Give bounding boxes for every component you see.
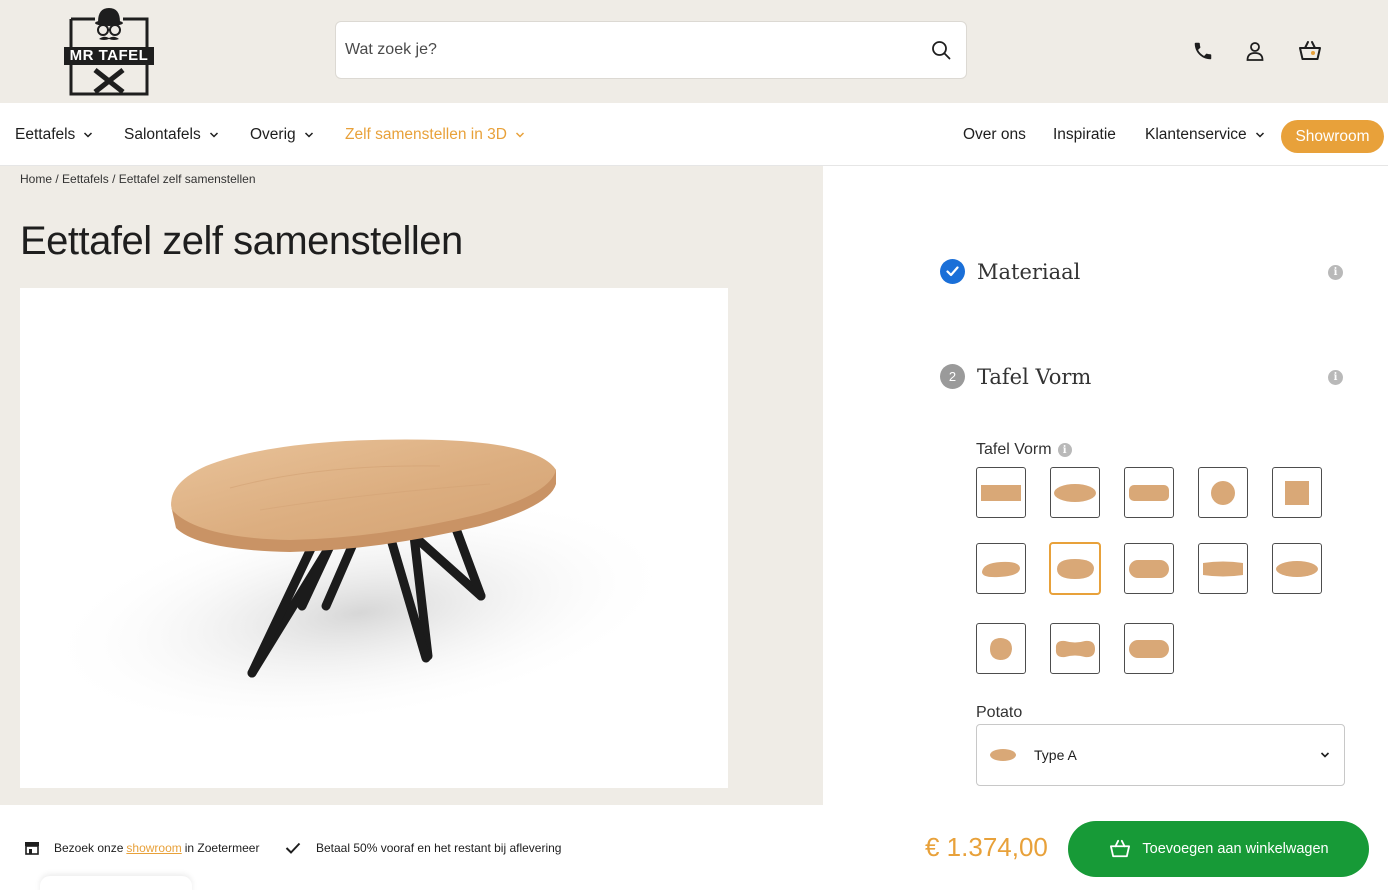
nav-item-label: Eettafels xyxy=(15,125,76,143)
info-icon[interactable]: i xyxy=(1328,370,1343,385)
breadcrumb-home[interactable]: Home xyxy=(20,172,52,186)
potato-shape-icon xyxy=(990,749,1016,761)
nav-item-klantenservice[interactable]: Klantenservice xyxy=(1145,103,1265,166)
showroom-link[interactable]: showroom xyxy=(126,841,181,855)
chevron-down-icon xyxy=(1255,131,1264,138)
search-icon[interactable] xyxy=(930,39,952,61)
shape-option-soft-rectangle[interactable] xyxy=(1124,543,1174,594)
chevron-down-icon xyxy=(1320,752,1330,758)
nav-item-over-ons[interactable]: Over ons xyxy=(963,103,1026,166)
shape-option-square[interactable] xyxy=(1272,467,1322,518)
usp-text: Betaal 50% vooraf en het restant bij afl… xyxy=(316,841,562,855)
usp-showroom: Bezoek onze showroom in Zoetermeer xyxy=(24,841,259,855)
nav-item-label: Zelf samenstellen in 3D xyxy=(345,125,507,143)
step-title: Materiaal xyxy=(977,259,1081,284)
product-preview-panel: Home / Eettafels / Eettafel zelf samenst… xyxy=(0,166,823,805)
page-title: Eettafel zelf samenstellen xyxy=(20,219,463,263)
step-title: Tafel Vorm xyxy=(977,364,1092,389)
nav-item-inspiratie[interactable]: Inspiratie xyxy=(1053,103,1116,166)
nav-item-label: Over ons xyxy=(963,125,1026,143)
chevron-down-icon xyxy=(304,131,313,138)
table-3d-viewer[interactable] xyxy=(20,288,728,788)
shape-option-stadium[interactable] xyxy=(1124,623,1174,674)
potato-label: Potato xyxy=(976,704,1023,721)
phone-icon[interactable] xyxy=(1190,38,1216,64)
usp-text: Bezoek onze xyxy=(54,841,124,855)
step-number: 2 xyxy=(940,364,965,389)
total-price: € 1.374,00 xyxy=(925,832,1048,862)
user-icon[interactable] xyxy=(1242,38,1268,64)
shape-option-rectangle-wide[interactable] xyxy=(1198,543,1248,594)
logo[interactable]: MR TAFEL xyxy=(62,6,156,96)
logo-text: MR TAFEL xyxy=(69,47,149,64)
main-nav: Eettafels Salontafels Overig Zelf samens… xyxy=(0,103,1388,166)
shape-option-rectangle[interactable] xyxy=(976,467,1026,518)
usp-text: in Zoetermeer xyxy=(184,841,260,855)
breadcrumb-current: Eettafel zelf samenstellen xyxy=(118,172,256,186)
add-to-cart-button[interactable]: Toevoegen aan winkelwagen xyxy=(1068,821,1369,877)
chat-widget-tab[interactable] xyxy=(40,876,192,890)
shape-option-oval[interactable] xyxy=(1050,467,1100,518)
shape-label: Tafel Vorm i xyxy=(976,441,1072,459)
breadcrumb-eettafels[interactable]: Eettafels xyxy=(62,172,109,186)
nav-item-label: Inspiratie xyxy=(1053,125,1116,143)
shape-label-text: Tafel Vorm xyxy=(976,441,1052,458)
nav-item-label: Salontafels xyxy=(124,125,201,143)
store-icon xyxy=(25,842,39,855)
shape-option-round[interactable] xyxy=(1198,467,1248,518)
info-icon[interactable]: i xyxy=(1057,443,1072,457)
nav-item-overig[interactable]: Overig xyxy=(250,103,314,166)
search-bar xyxy=(335,21,967,79)
step-tafel-vorm[interactable]: 2 Tafel Vorm xyxy=(940,364,1091,389)
shape-option-organic-asymmetric[interactable] xyxy=(976,543,1026,594)
table-render xyxy=(42,439,678,731)
site-header: MR TAFEL xyxy=(0,0,1388,103)
nav-item-zelf-samenstellen[interactable]: Zelf samenstellen in 3D xyxy=(345,103,525,166)
nav-item-salontafels[interactable]: Salontafels xyxy=(124,103,219,166)
info-icon[interactable]: i xyxy=(1328,265,1343,280)
check-icon xyxy=(285,842,301,854)
basket-icon[interactable] xyxy=(1297,38,1323,64)
shape-option-bone[interactable] xyxy=(1050,623,1100,674)
nav-item-label: Klantenservice xyxy=(1145,125,1247,143)
breadcrumb: Home / Eettafels / Eettafel zelf samenst… xyxy=(20,172,256,186)
add-to-cart-label: Toevoegen aan winkelwagen xyxy=(1142,841,1329,857)
potato-type-select[interactable]: Type A xyxy=(976,724,1345,786)
check-icon xyxy=(940,259,965,284)
shape-option-ellipse-flat[interactable] xyxy=(1272,543,1322,594)
showroom-button[interactable]: Showroom xyxy=(1281,120,1384,153)
chevron-down-icon xyxy=(84,131,93,138)
usp-payment: Betaal 50% vooraf en het restant bij afl… xyxy=(285,841,561,855)
shape-option-rounded-rectangle[interactable] xyxy=(1124,467,1174,518)
search-input[interactable] xyxy=(345,41,930,59)
nav-item-eettafels[interactable]: Eettafels xyxy=(15,103,93,166)
shape-option-potato[interactable] xyxy=(1049,542,1101,595)
basket-icon xyxy=(1110,839,1131,858)
potato-type-value: Type A xyxy=(1034,747,1077,763)
chevron-down-icon xyxy=(209,131,218,138)
nav-item-label: Overig xyxy=(250,125,296,143)
step-materiaal[interactable]: Materiaal xyxy=(940,259,1080,284)
chevron-down-icon xyxy=(515,131,524,138)
shape-option-organic-round[interactable] xyxy=(976,623,1026,674)
checkout-bar: Bezoek onze showroom in Zoetermeer Betaa… xyxy=(0,805,1388,890)
